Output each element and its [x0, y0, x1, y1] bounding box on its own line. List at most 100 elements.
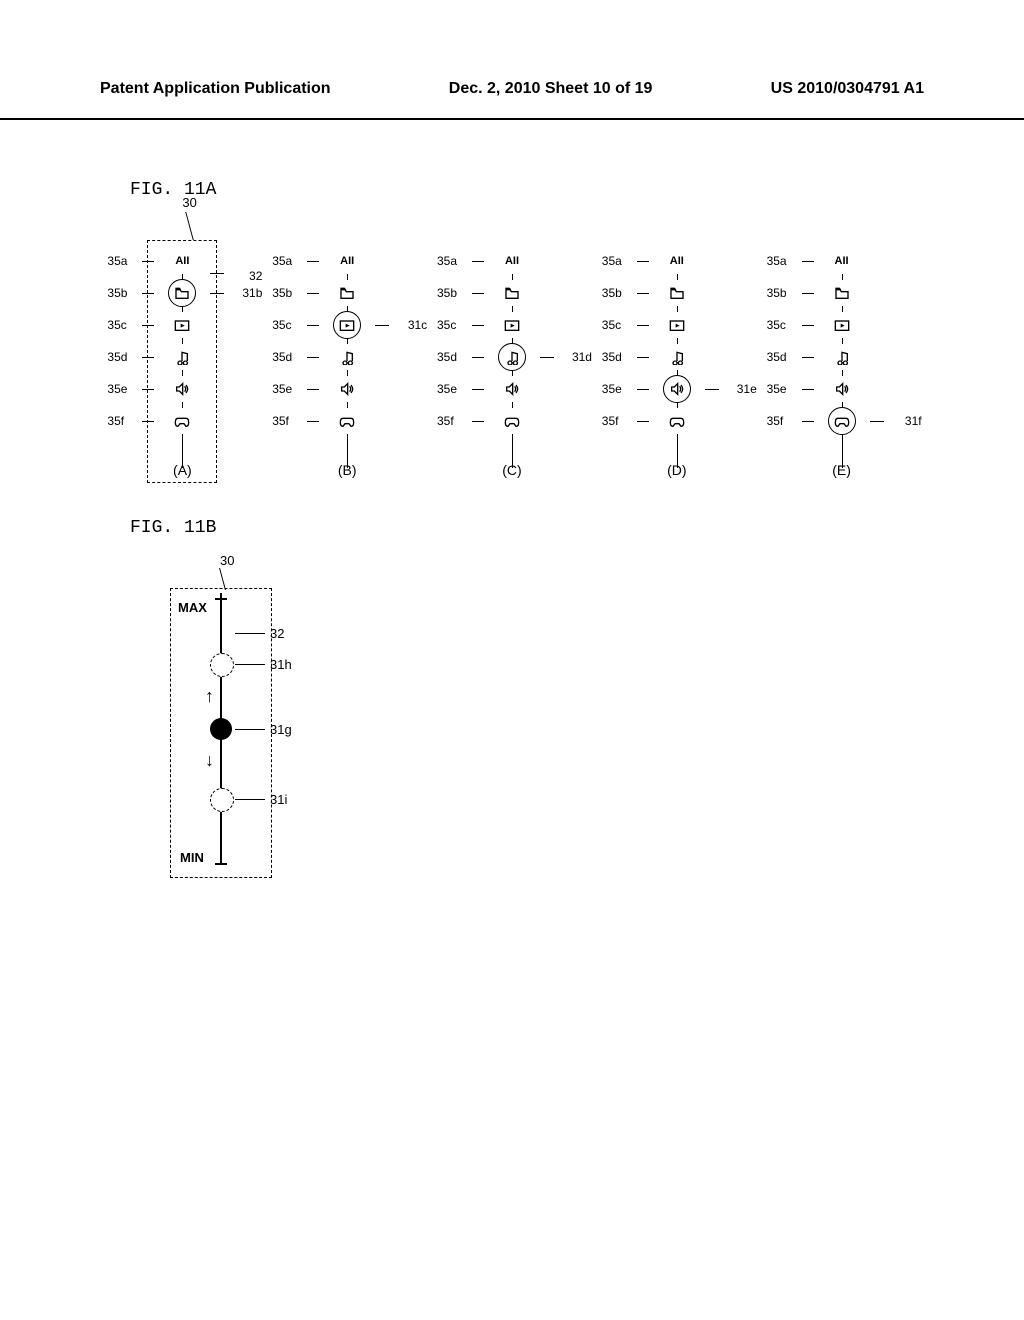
label-35d: 35d	[767, 350, 787, 364]
speaker-icon	[169, 376, 195, 402]
menu-row-e: 35e31e	[607, 373, 747, 405]
leader-tick	[307, 325, 319, 326]
label-35f: 35f	[602, 414, 619, 428]
leader-right	[375, 325, 389, 326]
menu-row-b: 35b	[442, 277, 582, 309]
gamepad-icon	[499, 408, 525, 434]
leader-tick	[472, 389, 484, 390]
column-B: 35aAII35b35c31c35d35e35f(B)	[277, 220, 417, 478]
label-35d: 35d	[437, 350, 457, 364]
gamepad-icon	[334, 408, 360, 434]
label-35f: 35f	[767, 414, 784, 428]
folder-icon	[334, 280, 360, 306]
label-35a: 35a	[437, 254, 457, 268]
menu-row-b: 35b	[277, 277, 417, 309]
label-35c: 35c	[437, 318, 456, 332]
ref-31f: 31f	[905, 414, 922, 428]
menu-row-d: 35d	[772, 341, 912, 373]
label-35d: 35d	[107, 350, 127, 364]
leader-32	[210, 273, 224, 274]
all-icon: AII	[334, 248, 360, 274]
label-35e: 35e	[767, 382, 787, 396]
leader-tick	[142, 261, 154, 262]
label-35f: 35f	[437, 414, 454, 428]
column-D: 35aAII35b35c35d35e31e35f(D)	[607, 220, 747, 478]
header-right: US 2010/0304791 A1	[771, 80, 924, 98]
label-35b: 35b	[107, 286, 127, 300]
leader-tick	[142, 293, 154, 294]
ref-31d: 31d	[572, 350, 592, 364]
label-35e: 35e	[107, 382, 127, 396]
label-35f: 35f	[107, 414, 124, 428]
label-35e: 35e	[272, 382, 292, 396]
play-icon	[499, 312, 525, 338]
leader-tick	[637, 421, 649, 422]
folder-icon	[829, 280, 855, 306]
label-35a: 35a	[107, 254, 127, 268]
label-35a: 35a	[272, 254, 292, 268]
ref-31g-label: 31g	[270, 722, 292, 737]
menu-row-f: 35f31f	[772, 405, 912, 437]
gamepad-icon	[664, 408, 690, 434]
speaker-icon	[499, 376, 525, 402]
slider-position-i	[210, 788, 234, 812]
leader-tick	[142, 325, 154, 326]
folder-icon	[664, 280, 690, 306]
play-icon	[829, 312, 855, 338]
label-35c: 35c	[602, 318, 621, 332]
patent-header: Patent Application Publication Dec. 2, 2…	[0, 0, 1024, 120]
label-35b: 35b	[437, 286, 457, 300]
music-icon	[664, 344, 690, 370]
gamepad-icon	[828, 407, 856, 435]
menu-row-b: 35b31b	[112, 277, 252, 309]
leader-tick	[142, 389, 154, 390]
menu-row-a: 35aAII	[772, 245, 912, 277]
menu-row-c: 35c	[607, 309, 747, 341]
menu-row-d: 35d	[277, 341, 417, 373]
label-35c: 35c	[107, 318, 126, 332]
label-35a: 35a	[767, 254, 787, 268]
menu-row-f: 35f	[607, 405, 747, 437]
menu-row-e: 35e	[442, 373, 582, 405]
leader-tick	[472, 357, 484, 358]
leader-tick	[802, 357, 814, 358]
menu-row-b: 35b	[772, 277, 912, 309]
label-35a: 35a	[602, 254, 622, 268]
arrow-up-icon: ↑	[205, 686, 214, 707]
all-icon: AII	[169, 248, 195, 274]
label-35d: 35d	[602, 350, 622, 364]
leader-tick	[802, 261, 814, 262]
leader-tick	[142, 357, 154, 358]
music-icon	[498, 343, 526, 371]
all-icon: AII	[664, 248, 690, 274]
leader-31i	[235, 799, 265, 800]
leader-tick	[637, 325, 649, 326]
leader-tick	[472, 293, 484, 294]
leader-right	[210, 293, 224, 294]
fig-11a-diagram: 3035aAII3235b31b35c35d35e35f(A)35aAII35b…	[0, 220, 1024, 478]
menu-row-e: 35e	[277, 373, 417, 405]
menu-row-e: 35e	[772, 373, 912, 405]
speaker-icon	[663, 375, 691, 403]
ref-30-leader	[219, 568, 234, 590]
label-35e: 35e	[437, 382, 457, 396]
music-icon	[829, 344, 855, 370]
label-35b: 35b	[602, 286, 622, 300]
play-icon	[333, 311, 361, 339]
leader-tick	[637, 261, 649, 262]
leader-tick	[307, 389, 319, 390]
leader-tick	[307, 421, 319, 422]
menu-row-f: 35f	[442, 405, 582, 437]
label-35c: 35c	[767, 318, 786, 332]
header-left: Patent Application Publication	[100, 80, 331, 98]
fig-11a-title: FIG. 11A	[130, 180, 1024, 200]
menu-row-a: 35aAII	[442, 245, 582, 277]
leader-right	[540, 357, 554, 358]
menu-row-f: 35f	[277, 405, 417, 437]
leader-tick	[472, 421, 484, 422]
leader-tick	[142, 421, 154, 422]
play-icon	[169, 312, 195, 338]
label-35e: 35e	[602, 382, 622, 396]
arrow-down-icon: ↓	[205, 750, 214, 771]
leader-tick	[472, 261, 484, 262]
